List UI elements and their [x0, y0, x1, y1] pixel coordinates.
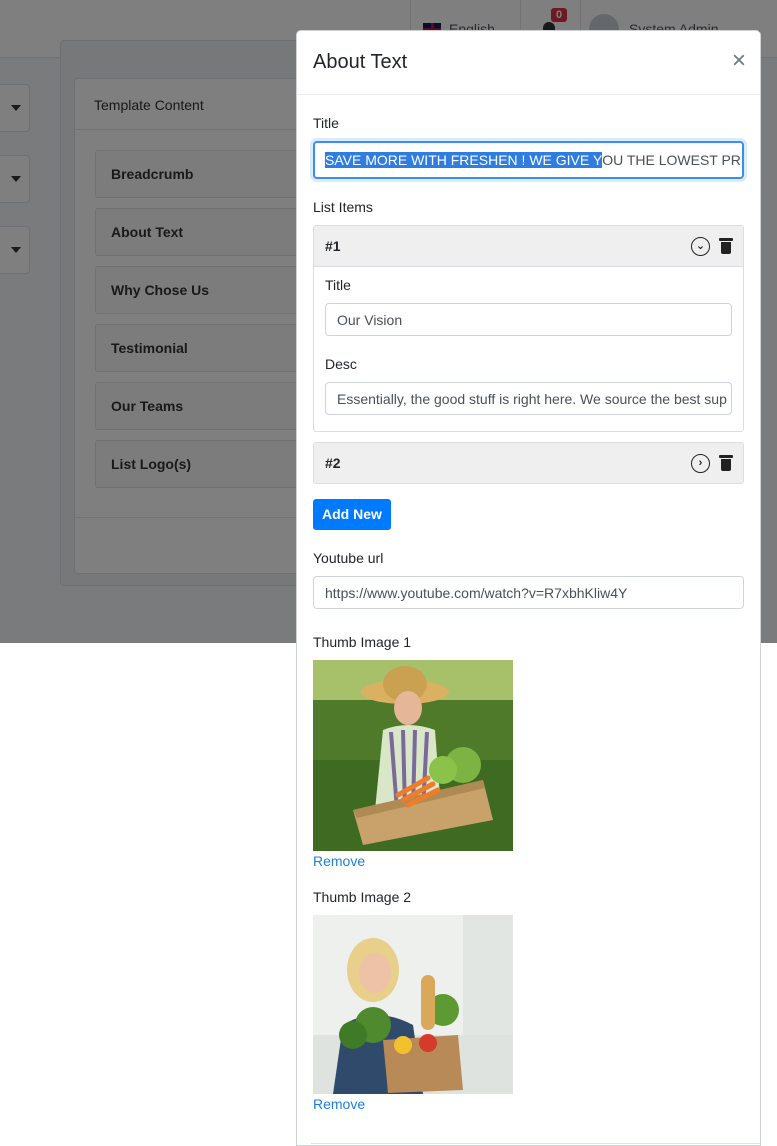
list-item-header: #1 ⌄ [314, 226, 743, 266]
thumb1-label: Thumb Image 1 [313, 634, 412, 650]
title-label: Title [313, 115, 339, 131]
thumb-image-1 [313, 660, 513, 851]
add-new-button[interactable]: Add New [313, 499, 391, 530]
thumb-image-2 [313, 915, 513, 1094]
close-icon[interactable]: × [732, 49, 746, 73]
item-desc-label: Desc [325, 356, 357, 372]
expand-chevron-icon[interactable]: › [691, 453, 710, 473]
list-item-body: Title Our Vision Desc Essentially, the g… [314, 266, 743, 431]
list-item-2: #2 › [313, 442, 744, 484]
about-text-modal: About Text × Title SAVE MORE WITH FRESHE… [296, 30, 761, 1146]
item-title-input[interactable]: Our Vision [325, 303, 732, 336]
modal-footer-divider [311, 1143, 760, 1144]
list-item-number: #1 [325, 238, 341, 254]
thumb1-remove-link[interactable]: Remove [313, 853, 744, 869]
list-item-number: #2 [325, 455, 341, 471]
thumb2-remove-link[interactable]: Remove [313, 1096, 744, 1112]
trash-icon[interactable] [719, 238, 733, 254]
thumb2-label: Thumb Image 2 [313, 889, 412, 905]
modal-title: About Text [313, 51, 408, 73]
youtube-input[interactable]: https://www.youtube.com/watch?v=R7xbhKli… [313, 576, 744, 609]
youtube-label: Youtube url [313, 550, 384, 566]
item-desc-input[interactable]: Essentially, the good stuff is right her… [325, 382, 732, 415]
title-selected-text: SAVE MORE WITH FRESHEN ! WE GIVE Y [325, 152, 603, 168]
collapse-chevron-icon[interactable]: ⌄ [691, 236, 710, 256]
modal-header: About Text × [297, 31, 760, 95]
title-input[interactable]: SAVE MORE WITH FRESHEN ! WE GIVE Y OU THE… [313, 141, 744, 179]
trash-icon[interactable] [719, 455, 733, 471]
title-remaining-text: OU THE LOWEST PRICES C [602, 152, 744, 168]
item-title-label: Title [325, 277, 351, 293]
modal-body: Title SAVE MORE WITH FRESHEN ! WE GIVE Y… [297, 95, 760, 1112]
list-item-header: #2 › [314, 443, 743, 483]
list-item-1: #1 ⌄ Title Our Vision Desc Essentially, … [313, 225, 744, 432]
list-items-label: List Items [313, 199, 373, 215]
